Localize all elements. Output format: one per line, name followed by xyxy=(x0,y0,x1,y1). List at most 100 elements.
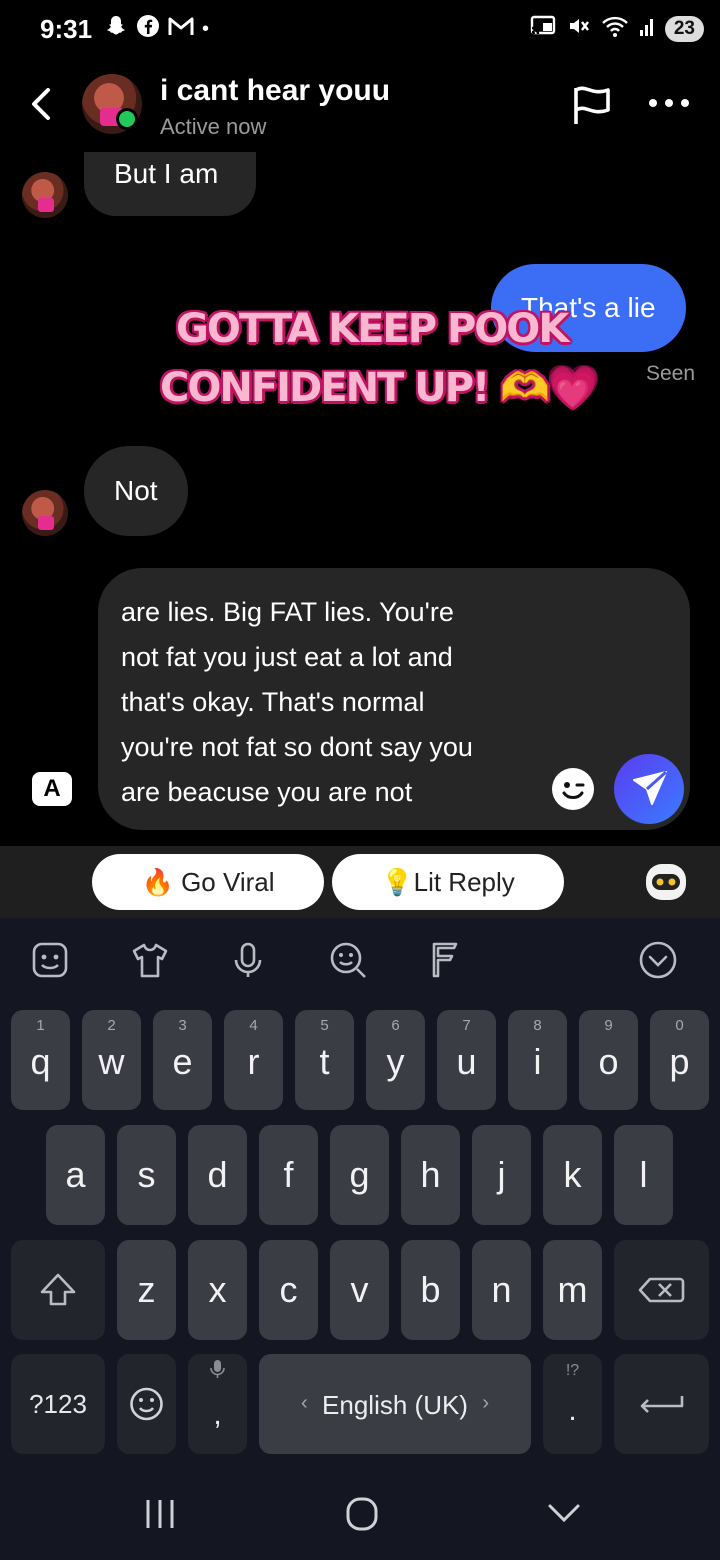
period-label: . xyxy=(568,1394,577,1427)
recents-icon xyxy=(146,1500,174,1528)
signal-icon xyxy=(639,14,655,44)
dot-icon: • xyxy=(202,17,210,40)
key-u[interactable]: 7u xyxy=(437,1010,496,1110)
incoming-message[interactable]: Not xyxy=(84,446,188,536)
key-y[interactable]: 6y xyxy=(366,1010,425,1110)
key-b[interactable]: b xyxy=(401,1240,460,1340)
cast-icon xyxy=(529,14,557,44)
key-z[interactable]: z xyxy=(117,1240,176,1340)
seen-receipt: Seen xyxy=(646,362,696,385)
flag-icon xyxy=(574,86,610,124)
key-k[interactable]: k xyxy=(543,1125,602,1225)
emoji-search-icon xyxy=(330,942,366,978)
online-indicator xyxy=(116,108,138,130)
key-l[interactable]: l xyxy=(614,1125,673,1225)
message-avatar xyxy=(22,172,68,218)
more-options-button[interactable] xyxy=(646,96,692,110)
tshirt-icon xyxy=(132,943,168,978)
theme-tool[interactable] xyxy=(130,940,170,980)
input-line: are beacuse you are not xyxy=(121,777,413,807)
mic-hint-icon xyxy=(210,1360,225,1378)
font-tool[interactable] xyxy=(426,940,466,980)
sticker-tool[interactable] xyxy=(30,940,70,980)
snapchat-icon xyxy=(104,14,128,44)
chevron-left-icon xyxy=(32,88,50,120)
incoming-message[interactable]: But I am xyxy=(84,152,256,216)
home-icon xyxy=(346,1497,378,1531)
emoji-key[interactable] xyxy=(117,1354,176,1454)
send-button[interactable] xyxy=(614,754,684,824)
message-input-text[interactable]: are lies. Big FAT lies. You're not fat y… xyxy=(121,590,541,815)
voice-input-tool[interactable] xyxy=(228,940,268,980)
key-w[interactable]: 2w xyxy=(82,1010,141,1110)
text-format-button[interactable]: A xyxy=(32,772,72,806)
message-avatar xyxy=(22,490,68,536)
enter-key[interactable] xyxy=(614,1354,709,1454)
backspace-icon xyxy=(638,1277,685,1303)
gmail-icon xyxy=(168,15,194,43)
key-s[interactable]: s xyxy=(117,1125,176,1225)
key-v[interactable]: v xyxy=(330,1240,389,1340)
key-t[interactable]: 5t xyxy=(295,1010,354,1110)
go-viral-button[interactable]: 🔥 Go Viral xyxy=(92,854,324,910)
more-icon xyxy=(649,99,689,107)
input-line: not fat you just eat a lot and xyxy=(121,642,453,672)
key-g[interactable]: g xyxy=(330,1125,389,1225)
sticker-icon xyxy=(32,942,68,978)
robot-icon xyxy=(646,864,686,900)
system-status: 23 xyxy=(529,14,704,44)
key-d[interactable]: d xyxy=(188,1125,247,1225)
notification-icons: • xyxy=(104,14,209,44)
microphone-icon xyxy=(234,942,262,977)
status-time: 9:31 xyxy=(40,14,93,44)
space-language-label: English (UK) xyxy=(322,1390,468,1420)
key-a[interactable]: a xyxy=(46,1125,105,1225)
chevron-down-icon xyxy=(548,1504,580,1523)
key-n[interactable]: n xyxy=(472,1240,531,1340)
key-m[interactable]: m xyxy=(543,1240,602,1340)
key-p[interactable]: 0p xyxy=(650,1010,709,1110)
key-r[interactable]: 4r xyxy=(224,1010,283,1110)
wifi-icon xyxy=(601,14,629,44)
key-c[interactable]: c xyxy=(259,1240,318,1340)
key-j[interactable]: j xyxy=(472,1125,531,1225)
contact-name[interactable]: i cant hear youu xyxy=(160,74,390,108)
comma-label: , xyxy=(213,1398,222,1431)
period-hint: !? xyxy=(565,1362,580,1379)
emoji-search-tool[interactable] xyxy=(328,940,368,980)
shift-key[interactable] xyxy=(11,1240,105,1340)
overlay-text-line-1: GOTTA KEEP POOK xyxy=(176,306,569,352)
home-button[interactable] xyxy=(342,1494,382,1534)
emoji-button[interactable] xyxy=(552,768,594,810)
period-key[interactable]: !? . xyxy=(543,1354,602,1454)
key-q[interactable]: 1q xyxy=(11,1010,70,1110)
input-line: are lies. Big FAT lies. You're xyxy=(121,597,454,627)
smiley-icon xyxy=(130,1387,163,1421)
key-f[interactable]: f xyxy=(259,1125,318,1225)
input-line: you're not fat so dont say you xyxy=(121,732,473,762)
battery-indicator: 23 xyxy=(664,16,704,42)
shift-icon xyxy=(40,1273,76,1306)
report-button[interactable] xyxy=(570,82,614,126)
space-key[interactable]: ‹ English (UK) › xyxy=(259,1354,531,1454)
comma-key[interactable]: , xyxy=(188,1354,247,1454)
assistant-bot-button[interactable] xyxy=(642,860,690,904)
chevron-down-circle-icon xyxy=(639,941,677,979)
wink-face-icon xyxy=(562,782,585,799)
key-e[interactable]: 3e xyxy=(153,1010,212,1110)
key-o[interactable]: 9o xyxy=(579,1010,638,1110)
backspace-key[interactable] xyxy=(614,1240,709,1340)
font-icon xyxy=(432,942,458,978)
enter-icon xyxy=(640,1396,684,1413)
input-line: that's okay. That's normal xyxy=(121,687,425,717)
lit-reply-button[interactable]: 💡Lit Reply xyxy=(332,854,564,910)
key-x[interactable]: x xyxy=(188,1240,247,1340)
key-i[interactable]: 8i xyxy=(508,1010,567,1110)
collapse-toolbar-button[interactable] xyxy=(638,940,678,980)
key-h[interactable]: h xyxy=(401,1125,460,1225)
symbols-key[interactable]: ?123 xyxy=(11,1354,105,1454)
back-button[interactable] xyxy=(26,84,58,124)
facebook-icon xyxy=(136,14,160,44)
recent-apps-button[interactable] xyxy=(140,1494,180,1534)
back-nav-button[interactable] xyxy=(544,1494,584,1534)
